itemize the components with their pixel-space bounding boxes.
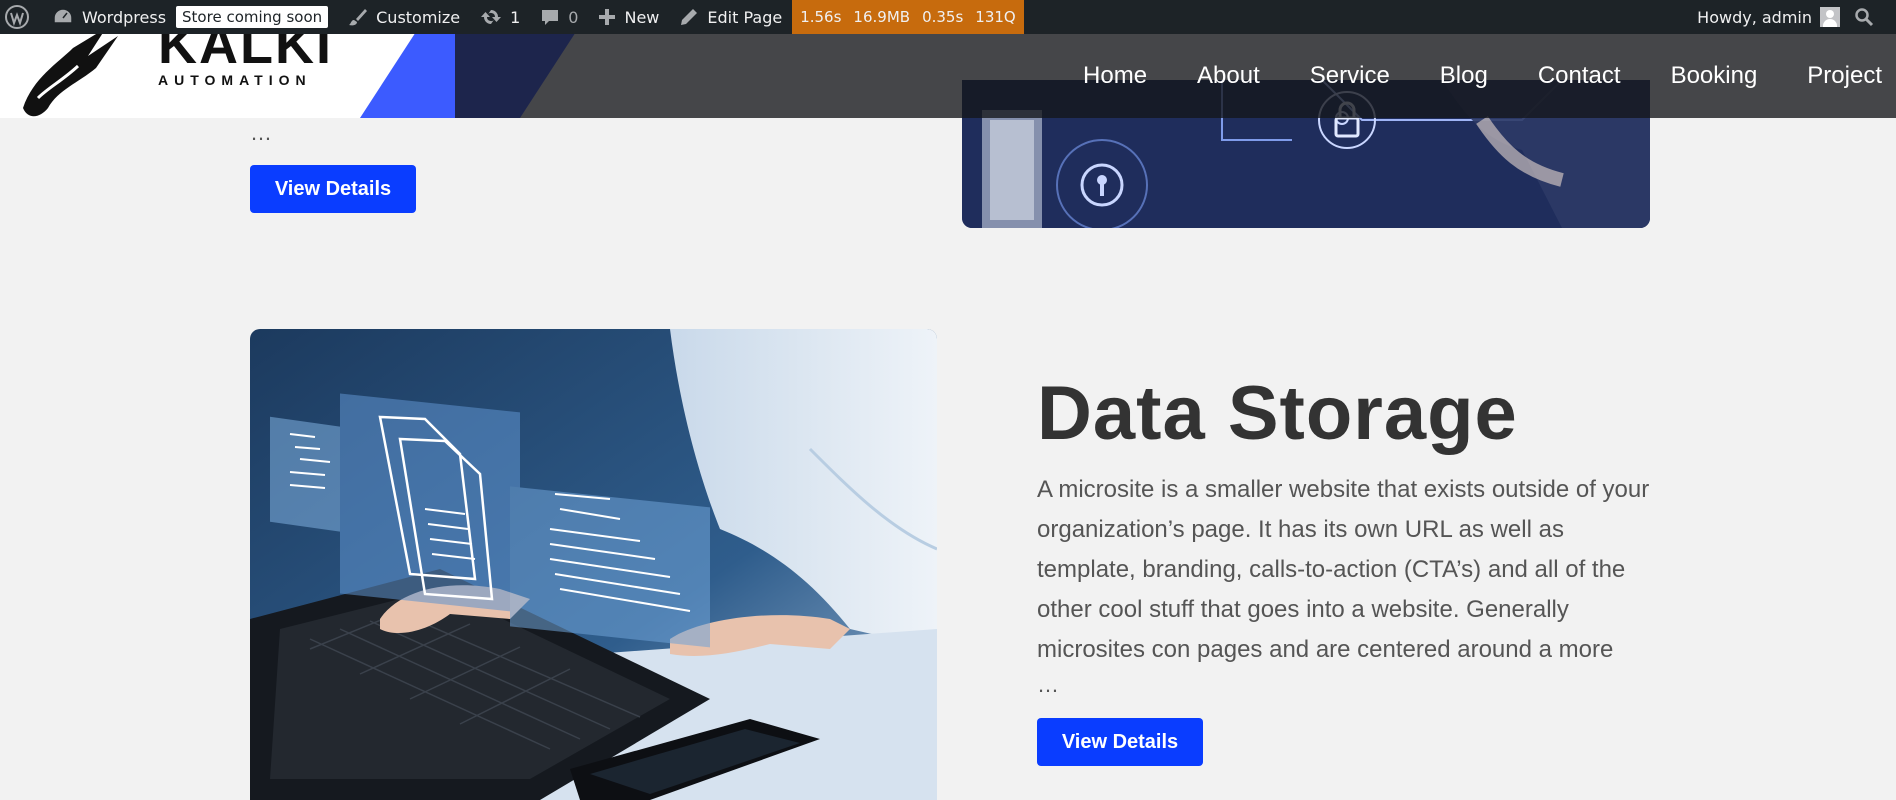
site-name-menu[interactable]: Wordpress (42, 0, 176, 34)
nav-service[interactable]: Service (1310, 62, 1390, 90)
plus-icon (599, 9, 616, 25)
updates-icon (481, 10, 502, 24)
customize-link[interactable]: Customize (338, 0, 470, 34)
previous-item-ellipsis: … (250, 120, 273, 145)
view-details-button[interactable]: View Details (1037, 718, 1203, 766)
site-logo[interactable]: KALKI AUTOMATION (18, 34, 331, 118)
wp-admin-bar: Wordpress Store coming soon Customize 1 … (0, 0, 1896, 34)
edit-page-label: Edit Page (707, 7, 783, 27)
data-storage-image (250, 329, 937, 800)
previous-view-details-button[interactable]: View Details (250, 165, 416, 213)
updates-count: 1 (510, 7, 521, 27)
pencil-icon (681, 9, 698, 25)
my-account-menu[interactable]: Howdy, admin (1687, 0, 1850, 34)
nav-about[interactable]: About (1197, 62, 1260, 90)
nav-blog[interactable]: Blog (1440, 62, 1488, 90)
admin-search[interactable] (1850, 0, 1896, 34)
comment-icon (542, 10, 559, 25)
search-icon (1855, 8, 1874, 27)
nav-project[interactable]: Project (1807, 62, 1882, 90)
store-coming-soon-item[interactable]: Store coming soon (176, 0, 338, 34)
edit-page-link[interactable]: Edit Page (669, 0, 792, 34)
howdy-label: Howdy, admin (1697, 7, 1812, 27)
service-title: Data Storage (1037, 371, 1518, 456)
service-ellipsis: … (1037, 672, 1060, 697)
logo-subtitle: AUTOMATION (158, 72, 312, 88)
wordpress-logo-icon[interactable] (0, 0, 42, 34)
site-name: Wordpress (82, 7, 167, 27)
memory-usage: 16.9MB (853, 8, 911, 26)
db-query-time: 0.35s (922, 8, 964, 26)
updates-link[interactable]: 1 (470, 0, 530, 34)
page-gen-time: 1.56s (800, 8, 842, 26)
store-coming-soon-badge: Store coming soon (176, 6, 329, 28)
logo-text: KALKI (158, 34, 333, 75)
customize-label: Customize (376, 7, 461, 27)
logo-mark-icon (23, 34, 118, 117)
nav-home[interactable]: Home (1083, 62, 1147, 90)
main-nav: Home About Service Blog Contact Booking … (1033, 34, 1896, 118)
comments-count: 0 (568, 7, 579, 27)
nav-contact[interactable]: Contact (1538, 62, 1621, 90)
nav-booking[interactable]: Booking (1671, 62, 1758, 90)
comments-link[interactable]: 0 (530, 0, 588, 34)
site-header: KALKI AUTOMATION Home About Service Blog… (0, 34, 1896, 118)
data-storage-illustration (250, 329, 937, 800)
brush-icon (349, 9, 368, 26)
new-content-link[interactable]: New (588, 0, 669, 34)
avatar (1820, 7, 1840, 27)
service-description: A microsite is a smaller website that ex… (1037, 476, 1650, 663)
query-count: 131Q (975, 8, 1016, 26)
new-label: New (624, 7, 660, 27)
query-monitor-stats[interactable]: 1.56s 16.9MB 0.35s 131Q (792, 0, 1024, 34)
dashboard-icon (53, 8, 73, 24)
